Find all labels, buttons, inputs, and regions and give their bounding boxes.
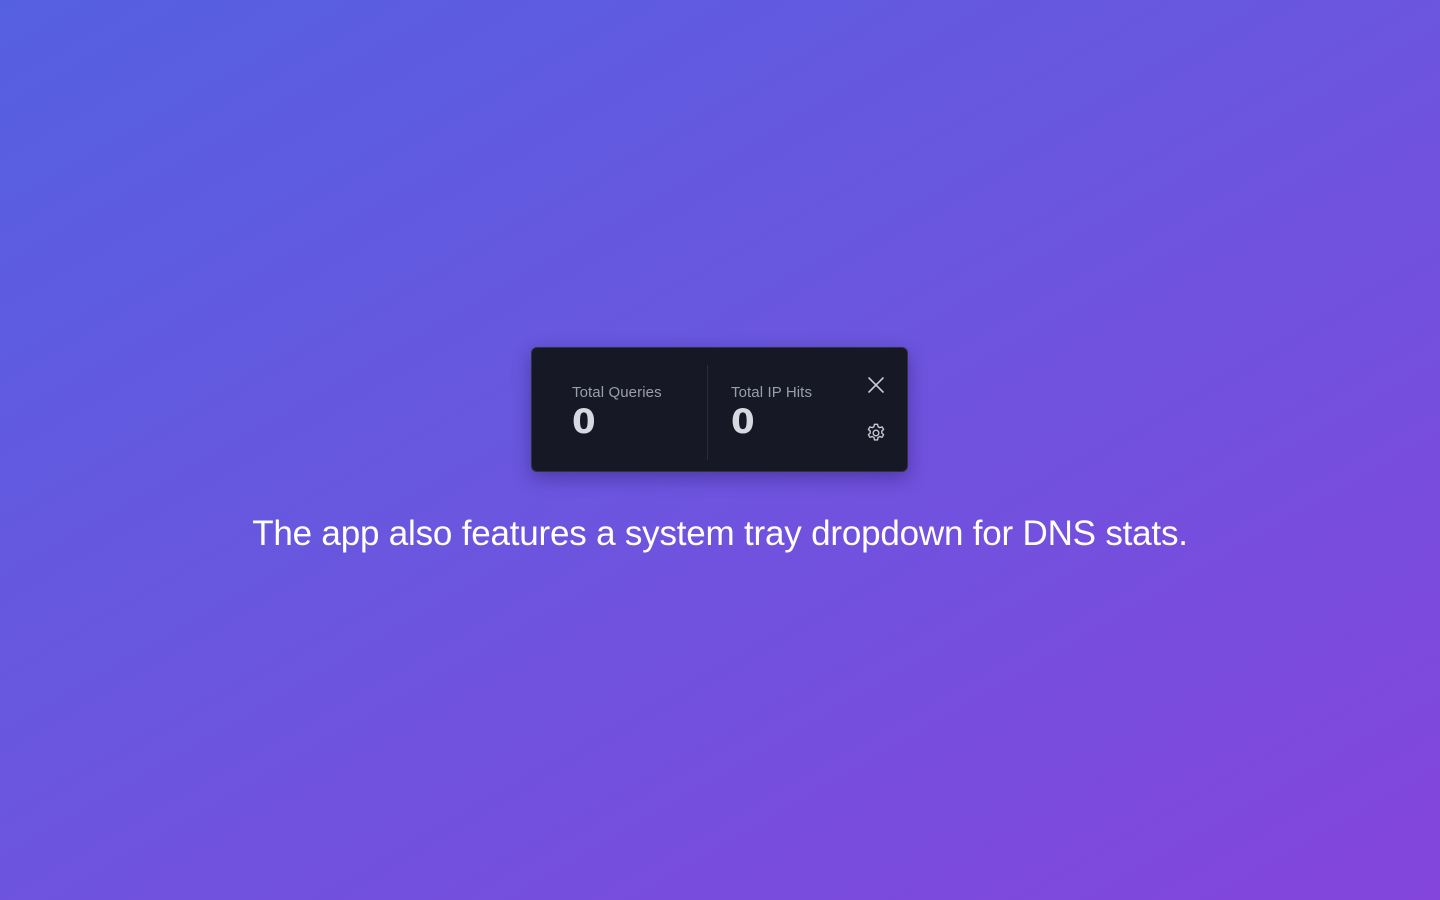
total-ip-hits-value: 0 — [731, 402, 755, 442]
total-queries-value: 0 — [572, 402, 596, 442]
gear-icon — [867, 423, 885, 441]
total-ip-hits-label: Total IP Hits — [731, 384, 813, 401]
caption-text: The app also features a system tray drop… — [252, 514, 1188, 553]
total-queries-label: Total Queries — [572, 384, 662, 401]
dns-stats-tray-dropdown: Total Queries 0 Total IP Hits 0 — [531, 347, 908, 472]
close-icon — [868, 377, 884, 393]
total-queries-stat: Total Queries 0 — [572, 384, 662, 440]
settings-button[interactable] — [864, 421, 888, 445]
stat-divider — [707, 365, 708, 460]
total-ip-hits-stat: Total IP Hits 0 — [731, 384, 812, 440]
close-button[interactable] — [864, 373, 888, 397]
